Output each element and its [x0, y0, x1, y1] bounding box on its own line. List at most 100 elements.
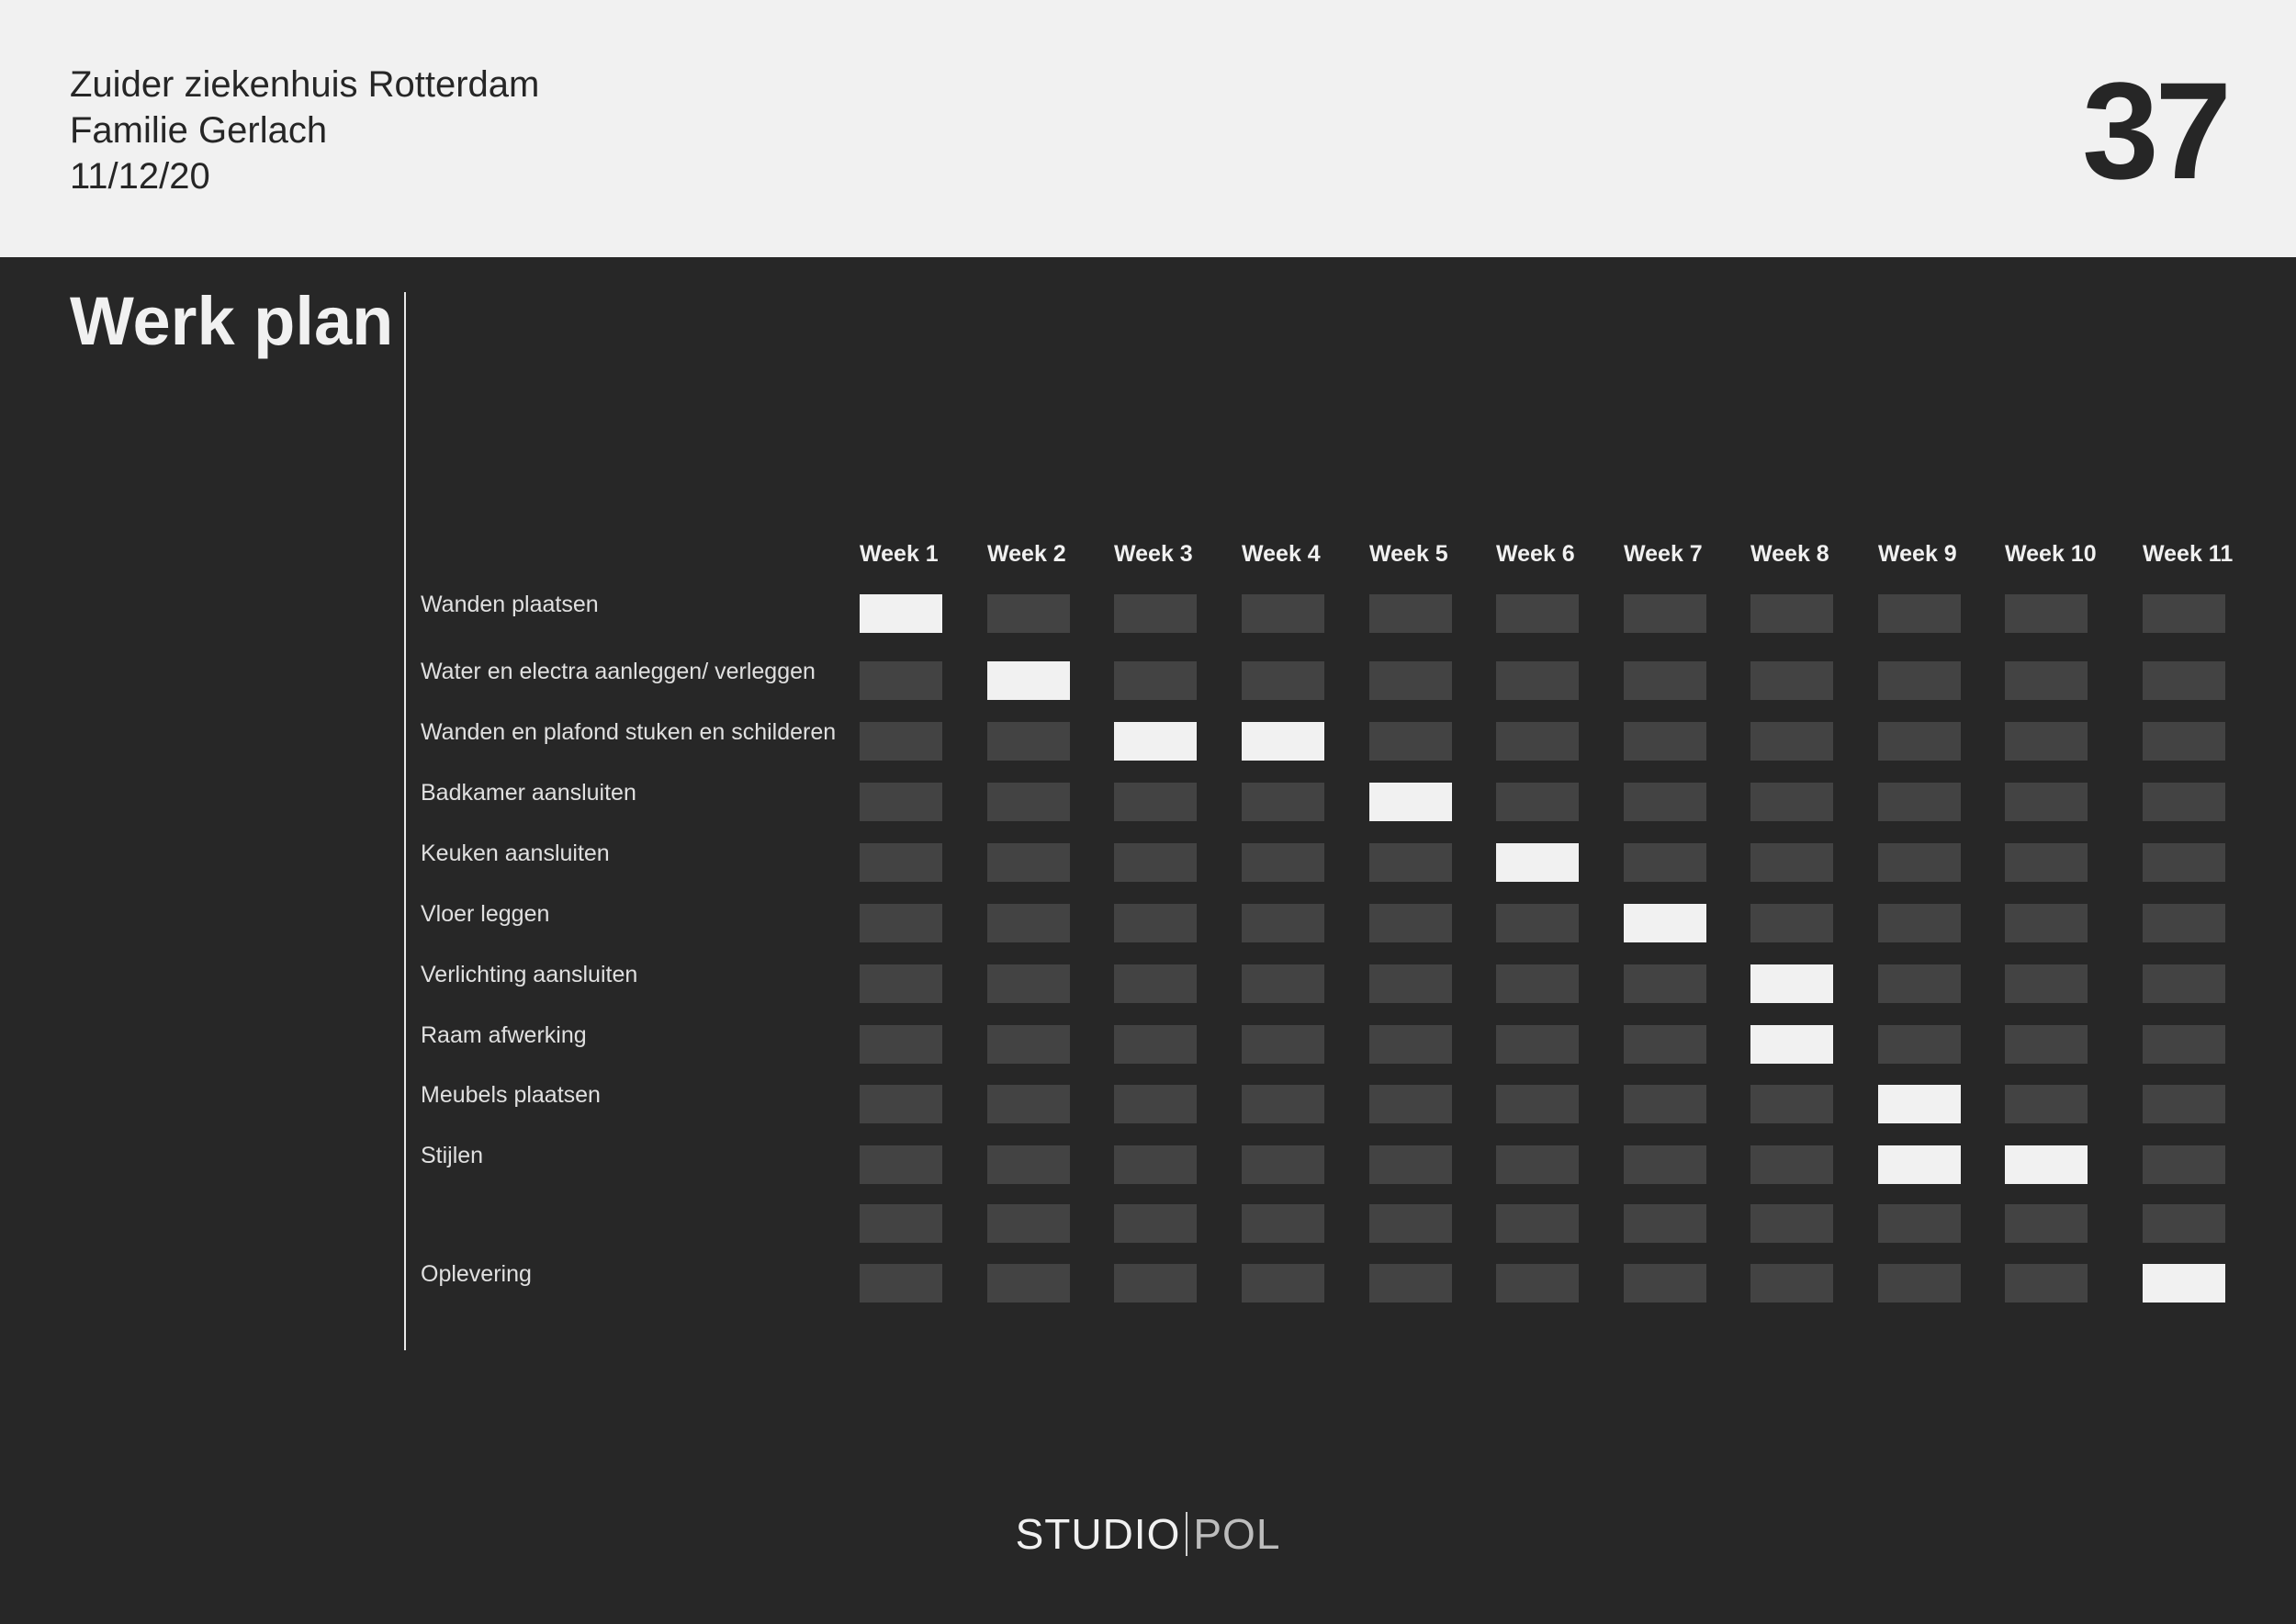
schedule-cell	[1369, 1025, 1452, 1064]
schedule-cell	[1369, 661, 1452, 700]
week-header: Week 5	[1369, 541, 1448, 567]
studio-logo: STUDIO POL	[0, 1506, 2296, 1562]
schedule-cell	[1114, 904, 1197, 942]
schedule-cell	[860, 1145, 942, 1184]
schedule-cell	[1878, 1204, 1961, 1243]
schedule-cell	[1496, 594, 1579, 633]
week-header: Week 4	[1242, 541, 1321, 567]
task-label: Stijlen	[421, 1143, 484, 1168]
schedule-cell	[2005, 843, 2088, 882]
schedule-cell-active	[987, 661, 1070, 700]
schedule-cell	[1496, 783, 1579, 821]
schedule-cell	[2005, 1085, 2088, 1123]
schedule-cell	[1242, 1145, 1324, 1184]
schedule-cell	[987, 783, 1070, 821]
schedule-cell	[1114, 1264, 1197, 1303]
task-label: Badkamer aansluiten	[421, 780, 636, 806]
schedule-cell-active	[1878, 1085, 1961, 1123]
schedule-cell	[987, 722, 1070, 761]
schedule-cell	[987, 594, 1070, 633]
schedule-cell	[1496, 722, 1579, 761]
schedule-cell	[1750, 1204, 1833, 1243]
schedule-cell	[1114, 1145, 1197, 1184]
schedule-cell	[1750, 661, 1833, 700]
schedule-cell	[2005, 1025, 2088, 1064]
schedule-cell-active	[1114, 722, 1197, 761]
schedule-cell	[2143, 783, 2225, 821]
week-header: Week 9	[1878, 541, 1957, 567]
schedule-cell	[2005, 964, 2088, 1003]
schedule-cell	[1242, 964, 1324, 1003]
schedule-cell	[987, 1145, 1070, 1184]
schedule-cell	[1878, 1025, 1961, 1064]
schedule-cell	[1114, 843, 1197, 882]
schedule-cell	[1496, 1025, 1579, 1064]
schedule-cell	[1114, 1085, 1197, 1123]
schedule-cell	[1114, 594, 1197, 633]
schedule-cell	[1242, 904, 1324, 942]
schedule-cell	[860, 904, 942, 942]
schedule-cell	[2143, 661, 2225, 700]
schedule-cell	[1750, 904, 1833, 942]
task-label: Raam afwerking	[421, 1022, 587, 1048]
schedule-cell	[860, 1085, 942, 1123]
schedule-cell	[2143, 1204, 2225, 1243]
week-header: Week 3	[1114, 541, 1193, 567]
schedule-cell	[987, 1204, 1070, 1243]
schedule-cell	[1242, 843, 1324, 882]
logo-separator	[1186, 1512, 1188, 1556]
schedule-cell	[1750, 1145, 1833, 1184]
document-date: 11/12/20	[70, 156, 210, 197]
task-label: Wanden en plafond stuken en schilderen	[421, 719, 837, 745]
schedule-cell	[2143, 964, 2225, 1003]
schedule-cell	[860, 964, 942, 1003]
schedule-cell	[2005, 783, 2088, 821]
schedule-cell	[1878, 904, 1961, 942]
schedule-cell	[1624, 1264, 1706, 1303]
schedule-cell	[1369, 594, 1452, 633]
schedule-cell	[1114, 964, 1197, 1003]
task-label: Oplevering	[421, 1261, 532, 1287]
schedule-cell	[1624, 783, 1706, 821]
schedule-cell	[1369, 1085, 1452, 1123]
schedule-cell	[1878, 964, 1961, 1003]
schedule-cell	[1878, 722, 1961, 761]
schedule-cell	[1496, 964, 1579, 1003]
schedule-cell	[1878, 783, 1961, 821]
schedule-cell	[2005, 1264, 2088, 1303]
schedule-cell-active	[1878, 1145, 1961, 1184]
schedule-cell	[1624, 594, 1706, 633]
week-header: Week 10	[2005, 541, 2097, 567]
schedule-cell	[1878, 1264, 1961, 1303]
schedule-cell	[1242, 594, 1324, 633]
schedule-cell	[860, 1025, 942, 1064]
logo-pol: POL	[1193, 1510, 1281, 1558]
schedule-cell	[1750, 722, 1833, 761]
schedule-cell	[1369, 1264, 1452, 1303]
task-label: Water en electra aanleggen/ verleggen	[421, 659, 816, 684]
task-label: Meubels plaatsen	[421, 1082, 601, 1108]
schedule-cell	[987, 843, 1070, 882]
week-header: Week 1	[860, 541, 939, 567]
schedule-cell	[1750, 1264, 1833, 1303]
schedule-cell	[1750, 783, 1833, 821]
schedule-cell	[987, 904, 1070, 942]
schedule-cell	[860, 783, 942, 821]
page-number: 37	[2082, 53, 2232, 208]
schedule-cell	[1114, 661, 1197, 700]
schedule-cell	[1242, 661, 1324, 700]
schedule-cell	[1242, 783, 1324, 821]
header-band	[0, 0, 2296, 257]
schedule-cell	[1496, 1145, 1579, 1184]
schedule-cell	[1496, 904, 1579, 942]
schedule-cell	[1369, 1145, 1452, 1184]
schedule-cell	[2005, 1204, 2088, 1243]
schedule-cell	[1624, 964, 1706, 1003]
schedule-cell	[2005, 594, 2088, 633]
schedule-cell	[1242, 1204, 1324, 1243]
schedule-cell	[1750, 594, 1833, 633]
schedule-cell	[1624, 1145, 1706, 1184]
task-label: Verlichting aansluiten	[421, 962, 638, 987]
week-header: Week 2	[987, 541, 1066, 567]
schedule-cell	[1369, 1204, 1452, 1243]
